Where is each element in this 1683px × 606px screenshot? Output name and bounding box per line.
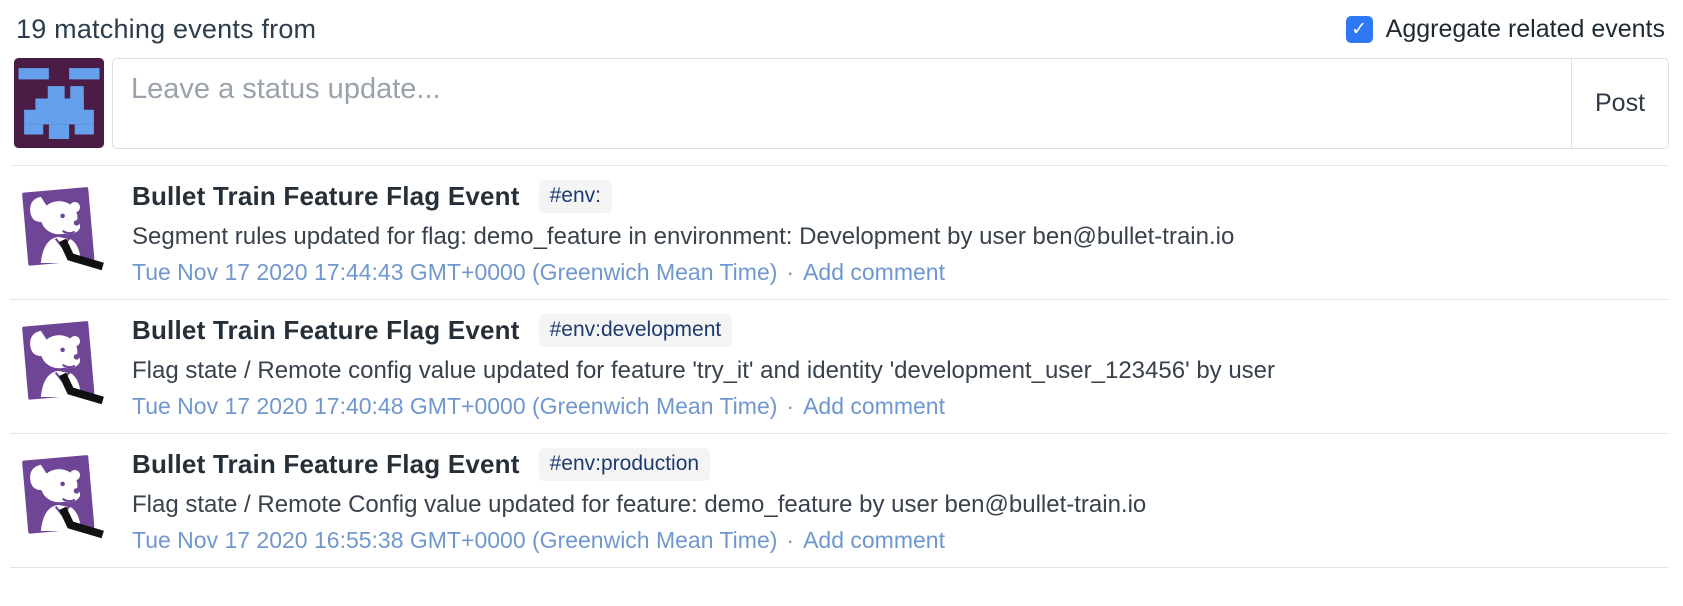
event-timestamp: Tue Nov 17 2020 17:40:48 GMT+0000 (Green…: [132, 393, 777, 420]
event-row: Bullet Train Feature Flag Event #env:dev…: [10, 300, 1669, 434]
separator-dot: ·: [786, 527, 794, 554]
event-env-tag[interactable]: #env:: [539, 180, 612, 213]
separator-dot: ·: [786, 393, 794, 420]
events-header: 19 matching events from ✓ Aggregate rela…: [0, 0, 1683, 54]
post-button[interactable]: Post: [1571, 59, 1668, 148]
aggregate-checkbox[interactable]: ✓: [1346, 16, 1373, 43]
separator-dot: ·: [786, 259, 794, 286]
event-description: Segment rules updated for flag: demo_fea…: [132, 223, 1234, 251]
add-comment-link[interactable]: Add comment: [803, 393, 945, 420]
event-list: Bullet Train Feature Flag Event #env: Se…: [10, 165, 1669, 568]
status-update-section: Post: [14, 58, 1669, 149]
event-description: Flag state / Remote Config value updated…: [132, 491, 1146, 519]
event-title: Bullet Train Feature Flag Event: [132, 315, 520, 346]
page-title: 19 matching events from: [16, 14, 316, 45]
event-timestamp: Tue Nov 17 2020 17:44:43 GMT+0000 (Green…: [132, 259, 777, 286]
datadog-bits-avatar-icon: [12, 313, 108, 413]
user-pixel-avatar: [14, 58, 104, 148]
event-description: Flag state / Remote config value updated…: [132, 357, 1275, 385]
status-update-group: Post: [112, 58, 1669, 149]
event-row: Bullet Train Feature Flag Event #env:pro…: [10, 434, 1669, 568]
event-env-tag[interactable]: #env:development: [539, 314, 733, 347]
event-row: Bullet Train Feature Flag Event #env: Se…: [10, 166, 1669, 300]
datadog-bits-avatar-icon: [12, 179, 108, 279]
event-title: Bullet Train Feature Flag Event: [132, 181, 520, 212]
event-title: Bullet Train Feature Flag Event: [132, 449, 520, 480]
add-comment-link[interactable]: Add comment: [803, 259, 945, 286]
status-update-input[interactable]: [113, 59, 1571, 148]
datadog-bits-avatar-icon: [12, 447, 108, 547]
aggregate-related-events-toggle[interactable]: ✓ Aggregate related events: [1346, 15, 1665, 44]
event-env-tag[interactable]: #env:production: [539, 448, 710, 481]
aggregate-checkbox-label[interactable]: Aggregate related events: [1386, 15, 1665, 44]
add-comment-link[interactable]: Add comment: [803, 527, 945, 554]
event-timestamp: Tue Nov 17 2020 16:55:38 GMT+0000 (Green…: [132, 527, 777, 554]
